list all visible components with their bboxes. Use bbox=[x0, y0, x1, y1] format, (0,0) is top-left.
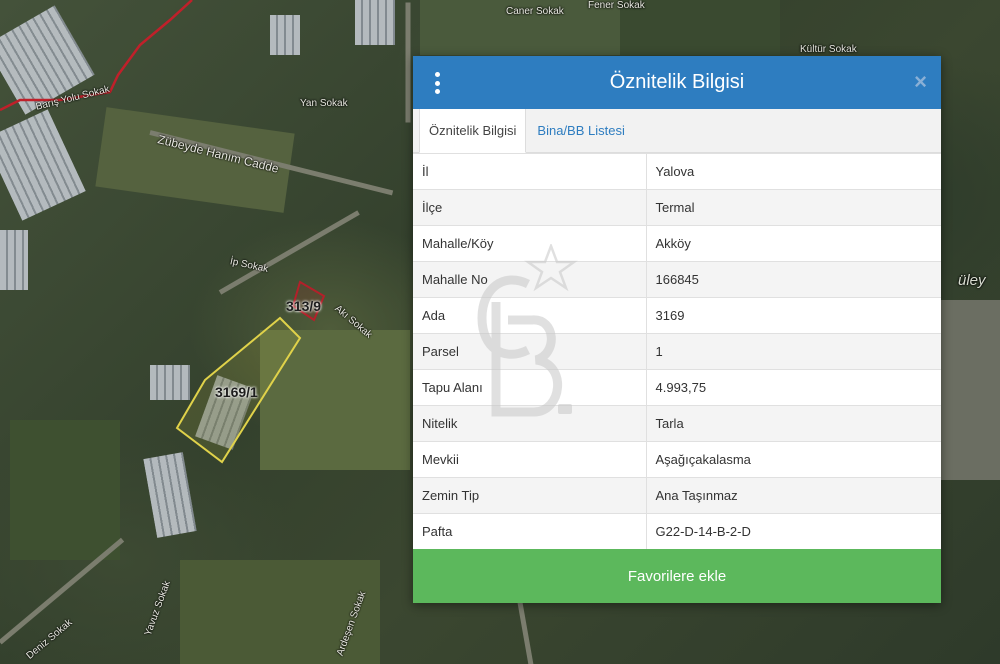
attribute-table: İl Yalova İlçe Termal Mahalle/Köy Akköy Mahall… bbox=[413, 153, 941, 550]
street-label: üley bbox=[958, 272, 986, 289]
parcel-label-3169-1[interactable]: 3169/1 bbox=[215, 384, 258, 400]
parcel-3169-1-outline[interactable] bbox=[0, 0, 420, 480]
popup-header: Öznitelik Bilgisi × bbox=[413, 56, 941, 109]
attribute-row: İlçe Termal bbox=[413, 189, 941, 226]
attribute-row: Pafta G22-D-14-B-2-D bbox=[413, 513, 941, 550]
street-label: Fener Sokak bbox=[588, 0, 645, 11]
street-label: Yan Sokak bbox=[300, 98, 348, 109]
attribute-row: Tapu Alanı 4.993,75 bbox=[413, 369, 941, 406]
attribute-key: Zemin Tip bbox=[413, 477, 647, 514]
attribute-value: 3169 bbox=[646, 297, 941, 334]
attribute-key: Mahalle/Köy bbox=[413, 225, 647, 262]
attribute-key: Mevkii bbox=[413, 441, 647, 478]
street-label: Caner Sokak bbox=[506, 6, 564, 17]
attribute-row: Ada 3169 bbox=[413, 297, 941, 334]
attribute-value: Akköy bbox=[646, 225, 941, 262]
attribute-key: Mahalle No bbox=[413, 261, 647, 298]
attribute-key: Parsel bbox=[413, 333, 647, 370]
attribute-row: Mahalle/Köy Akköy bbox=[413, 225, 941, 262]
parcel-label-313-9[interactable]: 313/9 bbox=[286, 298, 321, 314]
attribute-info-popup: Öznitelik Bilgisi × Öznitelik Bilgisi Bi… bbox=[413, 56, 941, 603]
popup-tabs: Öznitelik Bilgisi Bina/BB Listesi bbox=[413, 108, 941, 153]
attribute-row: Mahalle No 166845 bbox=[413, 261, 941, 298]
attribute-row: Mevkii Aşağıçakalasma bbox=[413, 441, 941, 478]
attribute-key: Nitelik bbox=[413, 405, 647, 442]
attribute-value: Tarla bbox=[646, 405, 941, 442]
attribute-row: Parsel 1 bbox=[413, 333, 941, 370]
attribute-value: Aşağıçakalasma bbox=[646, 441, 941, 478]
attribute-value: G22-D-14-B-2-D bbox=[646, 513, 941, 550]
attribute-row: Nitelik Tarla bbox=[413, 405, 941, 442]
close-icon[interactable]: × bbox=[914, 69, 927, 95]
road bbox=[517, 602, 535, 664]
vertical-dots-menu-icon[interactable] bbox=[432, 72, 442, 94]
street-label: Yavuz Sokak bbox=[142, 579, 173, 638]
attribute-key: İl bbox=[413, 153, 647, 190]
tab-attribute-info[interactable]: Öznitelik Bilgisi bbox=[419, 108, 527, 153]
attribute-value: Termal bbox=[646, 189, 941, 226]
attribute-value: Ana Taşınmaz bbox=[646, 477, 941, 514]
attribute-value: 166845 bbox=[646, 261, 941, 298]
popup-title: Öznitelik Bilgisi bbox=[609, 71, 745, 93]
attribute-value: Yalova bbox=[646, 153, 941, 190]
attribute-key: Pafta bbox=[413, 513, 647, 550]
street-label: Kültür Sokak bbox=[800, 44, 857, 55]
attribute-row: Zemin Tip Ana Taşınmaz bbox=[413, 477, 941, 514]
attribute-key: Tapu Alanı bbox=[413, 369, 647, 406]
map-field bbox=[940, 300, 1000, 480]
attribute-value: 4.993,75 bbox=[646, 369, 941, 406]
tab-building-list[interactable]: Bina/BB Listesi bbox=[526, 108, 633, 152]
attribute-key: Ada bbox=[413, 297, 647, 334]
street-label: Deniz Sokak bbox=[24, 617, 75, 662]
add-to-favorites-button[interactable]: Favorilere ekle bbox=[413, 549, 941, 603]
attribute-row: İl Yalova bbox=[413, 153, 941, 190]
attribute-value: 1 bbox=[646, 333, 941, 370]
attribute-key: İlçe bbox=[413, 189, 647, 226]
